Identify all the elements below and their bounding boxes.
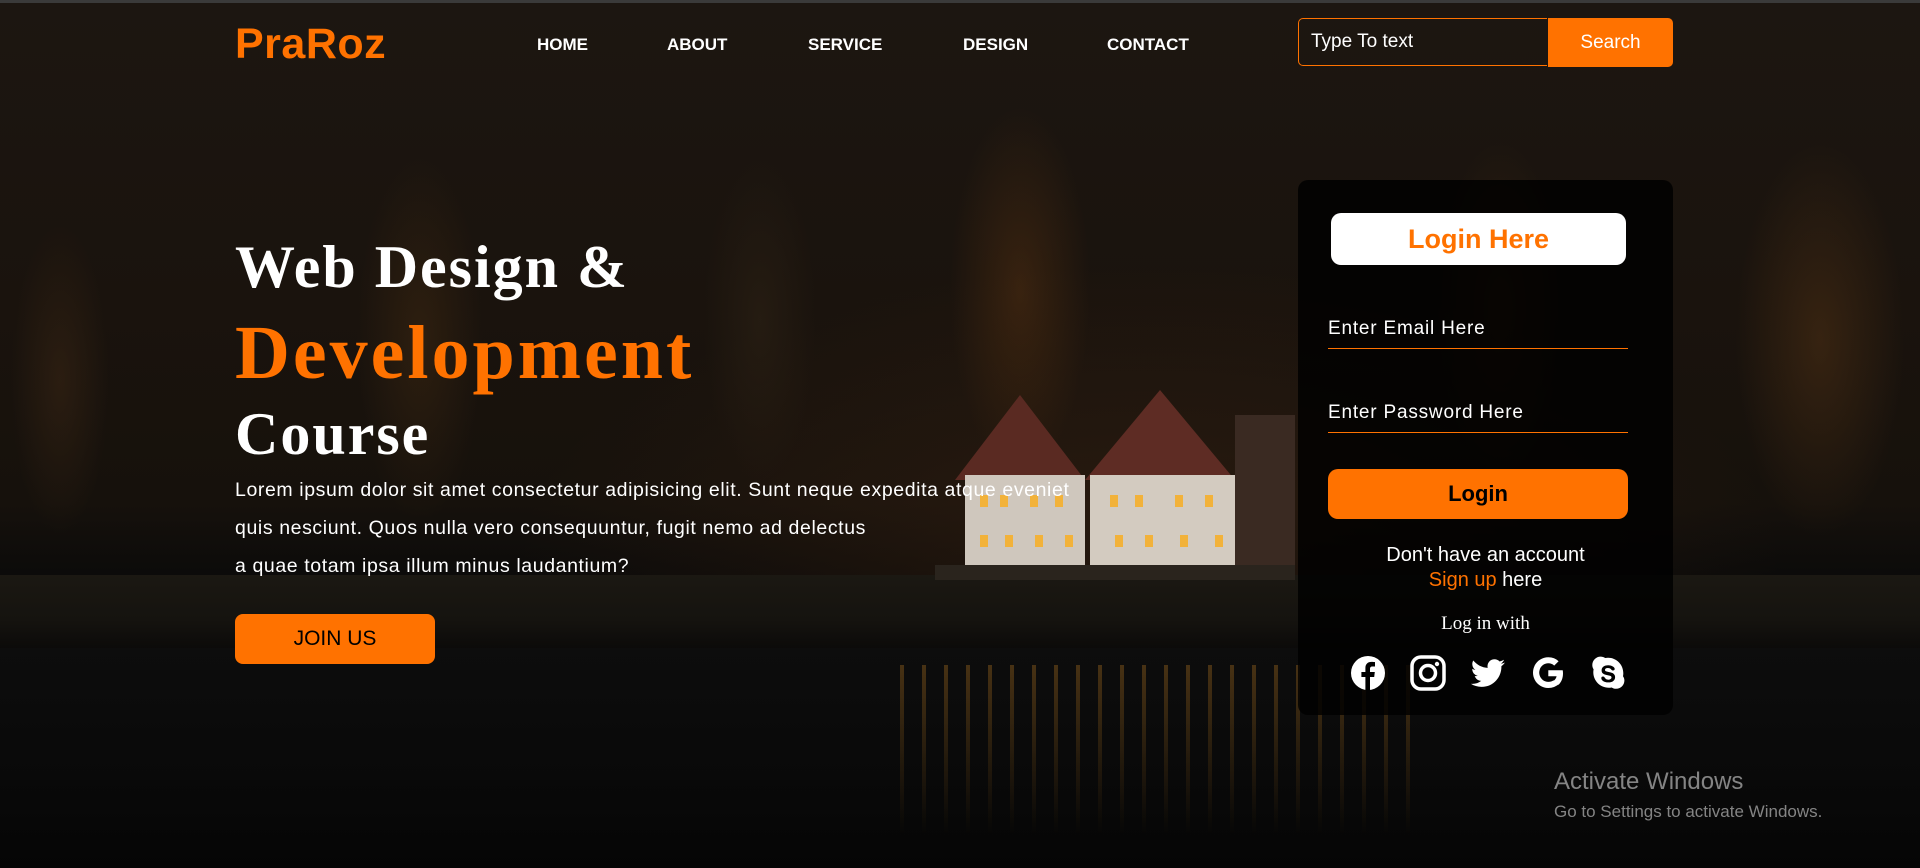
- activate-windows-title: Activate Windows: [1554, 768, 1744, 795]
- signup-suffix: here: [1496, 569, 1543, 591]
- hero-title-line1: Web Design &: [235, 234, 630, 300]
- brand-logo[interactable]: PraRoz: [235, 20, 386, 69]
- nav-item-home[interactable]: HOME: [537, 35, 667, 55]
- hero-title-line3: Course: [235, 401, 431, 467]
- hero-paragraph-line: quis nesciunt. Quos nulla vero consequun…: [235, 517, 866, 539]
- signup-line: Sign up here: [1298, 568, 1673, 593]
- search-button[interactable]: Search: [1548, 18, 1673, 67]
- hero-title-line2: Development: [235, 311, 695, 395]
- login-card: Login Here Login Don't have an account S…: [1298, 180, 1673, 715]
- hero-paragraph: Lorem ipsum dolor sit amet consectetur a…: [235, 471, 1195, 585]
- signup-prompt: Don't have an account Sign up here: [1298, 543, 1673, 593]
- nav-item-design[interactable]: DESIGN: [963, 35, 1107, 55]
- hero-paragraph-line: a quae totam ipsa illum minus laudantium…: [235, 555, 630, 577]
- facebook-icon[interactable]: [1348, 653, 1388, 693]
- login-title: Login Here: [1331, 213, 1626, 265]
- hero-paragraph-line: Lorem ipsum dolor sit amet consectetur a…: [235, 479, 1070, 501]
- no-account-text: Don't have an account: [1386, 544, 1585, 566]
- password-field[interactable]: [1328, 393, 1628, 433]
- nav-item-service[interactable]: SERVICE: [808, 35, 963, 55]
- skype-icon[interactable]: [1588, 653, 1628, 693]
- main-nav: HOME ABOUT SERVICE DESIGN CONTACT: [537, 35, 1189, 55]
- nav-item-contact[interactable]: CONTACT: [1107, 35, 1189, 55]
- instagram-icon[interactable]: [1408, 653, 1448, 693]
- twitter-icon[interactable]: [1468, 653, 1508, 693]
- activate-windows-subtitle: Go to Settings to activate Windows.: [1554, 802, 1823, 821]
- login-button[interactable]: Login: [1328, 469, 1628, 519]
- signup-link[interactable]: Sign up: [1429, 569, 1497, 591]
- top-border: [0, 0, 1920, 3]
- log-in-with-label: Log in with: [1441, 613, 1530, 634]
- email-field[interactable]: [1328, 309, 1628, 349]
- search-input[interactable]: [1298, 18, 1547, 66]
- google-icon[interactable]: [1528, 653, 1568, 693]
- join-us-button[interactable]: JOIN US: [235, 614, 435, 664]
- nav-item-about[interactable]: ABOUT: [667, 35, 808, 55]
- social-login-icons: [1348, 653, 1648, 693]
